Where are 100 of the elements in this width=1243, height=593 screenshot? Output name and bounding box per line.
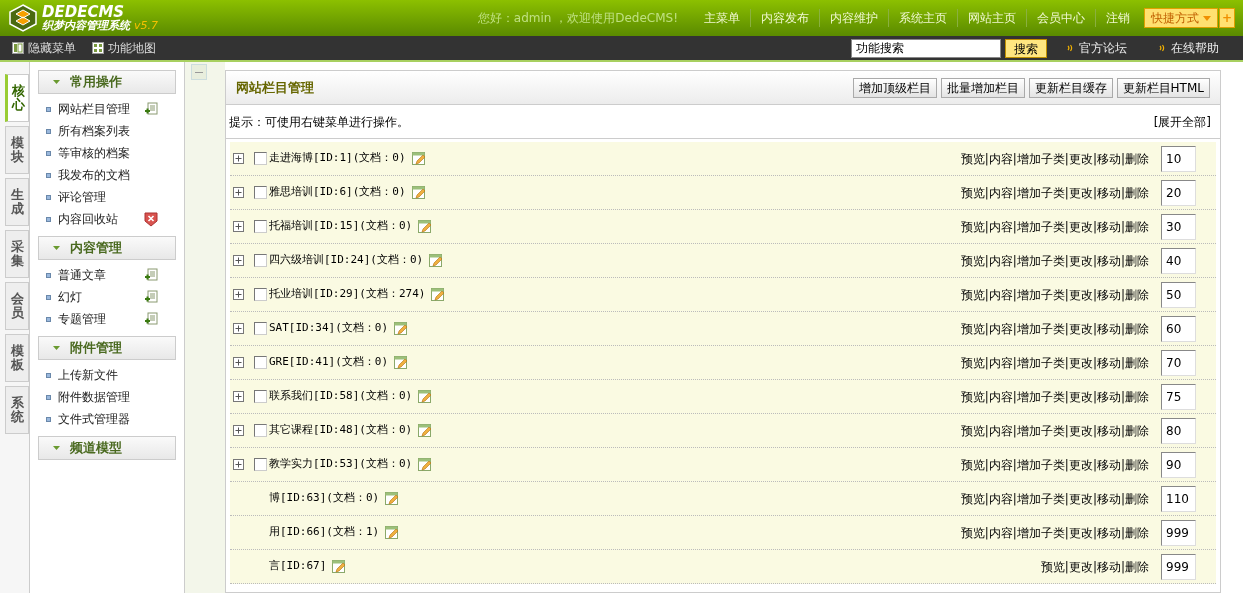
- sort-order-field[interactable]: 40: [1161, 247, 1196, 274]
- category-name[interactable]: 托业培训[ID:29](文档：274): [269, 286, 426, 303]
- category-name[interactable]: 雅思培训[ID:6](文档：0): [269, 184, 406, 201]
- edit-icon[interactable]: [418, 219, 433, 234]
- edit-icon[interactable]: [411, 185, 426, 200]
- panel-button[interactable]: 增加顶级栏目: [852, 77, 937, 98]
- add-document-icon[interactable]: [144, 268, 158, 282]
- header-link[interactable]: 在线帮助: [1171, 39, 1219, 57]
- checkbox[interactable]: [254, 220, 267, 233]
- panel-button[interactable]: 更新栏目缓存: [1028, 77, 1113, 98]
- expand-icon[interactable]: [233, 221, 244, 232]
- menu-item[interactable]: 文件式管理器: [58, 410, 144, 428]
- category-name[interactable]: 教学实力[ID:53](文档：0): [269, 456, 413, 473]
- menu-item[interactable]: 专题管理: [58, 310, 144, 328]
- row-actions[interactable]: 预览|内容|增加子类|更改|移动|删除: [960, 489, 1149, 508]
- category-name[interactable]: GRE[ID:41](文档：0): [269, 354, 389, 371]
- toolbar-item[interactable]: 隐藏菜单: [28, 39, 76, 57]
- row-actions[interactable]: 预览|内容|增加子类|更改|移动|删除: [960, 387, 1149, 406]
- menu-item[interactable]: 附件数据管理: [58, 388, 144, 406]
- menu-item[interactable]: 内容回收站: [58, 210, 144, 228]
- expand-icon[interactable]: [233, 255, 244, 266]
- edit-icon[interactable]: [332, 559, 347, 574]
- side-tab[interactable]: 模板: [5, 334, 29, 382]
- edit-icon[interactable]: [418, 389, 433, 404]
- category-name[interactable]: SAT[ID:34](文档：0): [269, 320, 389, 337]
- toolbar-item[interactable]: 功能地图: [108, 39, 156, 57]
- expand-icon[interactable]: [233, 425, 244, 436]
- sort-order-field[interactable]: 30: [1161, 213, 1196, 240]
- edit-icon[interactable]: [431, 287, 446, 302]
- expand-icon[interactable]: [233, 289, 244, 300]
- menu-item[interactable]: 普通文章: [58, 266, 144, 284]
- expand-icon[interactable]: [233, 323, 244, 334]
- category-name[interactable]: 联系我们[ID:58](文档：0): [269, 388, 413, 405]
- checkbox[interactable]: [254, 186, 267, 199]
- row-actions[interactable]: 预览|内容|增加子类|更改|移动|删除: [960, 523, 1149, 542]
- sort-order-field[interactable]: 75: [1161, 383, 1196, 410]
- expand-icon[interactable]: [233, 153, 244, 164]
- side-tab[interactable]: 会员: [5, 282, 29, 330]
- edit-icon[interactable]: [385, 491, 400, 506]
- row-actions[interactable]: 预览|内容|增加子类|更改|移动|删除: [960, 285, 1149, 304]
- category-name[interactable]: 四六级培训[ID:24](文档：0): [269, 252, 424, 269]
- category-name[interactable]: 其它课程[ID:48](文档：0): [269, 422, 413, 439]
- category-name[interactable]: 博[ID:63](文档：0): [269, 490, 380, 507]
- sort-order-field[interactable]: 60: [1161, 315, 1196, 342]
- edit-icon[interactable]: [418, 457, 433, 472]
- delete-icon[interactable]: [144, 211, 158, 227]
- edit-icon[interactable]: [385, 525, 400, 540]
- menu-section-header[interactable]: 附件管理: [38, 336, 176, 360]
- category-name[interactable]: 用[ID:66](文档：1): [269, 524, 380, 541]
- checkbox[interactable]: [254, 288, 267, 301]
- row-actions[interactable]: 预览|更改|移动|删除: [1040, 557, 1149, 576]
- menu-item[interactable]: 上传新文件: [58, 366, 144, 384]
- collapse-button[interactable]: [191, 64, 207, 80]
- menu-section-header[interactable]: 内容管理: [38, 236, 176, 260]
- side-tab[interactable]: 系统: [5, 386, 29, 434]
- category-name[interactable]: 托福培训[ID:15](文档：0): [269, 218, 413, 235]
- search-button[interactable]: 搜索: [1005, 38, 1047, 58]
- header-link[interactable]: 官方论坛: [1079, 39, 1127, 57]
- side-tab[interactable]: 生成: [5, 178, 29, 226]
- menu-item[interactable]: 等审核的档案: [58, 144, 144, 162]
- menu-item[interactable]: 评论管理: [58, 188, 144, 206]
- edit-icon[interactable]: [429, 253, 444, 268]
- add-document-icon[interactable]: [144, 290, 158, 304]
- row-actions[interactable]: 预览|内容|增加子类|更改|移动|删除: [960, 149, 1149, 168]
- row-actions[interactable]: 预览|内容|增加子类|更改|移动|删除: [960, 217, 1149, 236]
- menu-item[interactable]: 幻灯: [58, 288, 144, 306]
- edit-icon[interactable]: [418, 423, 433, 438]
- expand-icon[interactable]: [233, 187, 244, 198]
- sort-order-field[interactable]: 20: [1161, 179, 1196, 206]
- checkbox[interactable]: [254, 424, 267, 437]
- panel-button[interactable]: 更新栏目HTML: [1116, 77, 1210, 98]
- row-actions[interactable]: 预览|内容|增加子类|更改|移动|删除: [960, 251, 1149, 270]
- sort-order-field[interactable]: 70: [1161, 349, 1196, 376]
- checkbox[interactable]: [254, 254, 267, 267]
- side-tab[interactable]: 模块: [5, 126, 29, 174]
- row-actions[interactable]: 预览|内容|增加子类|更改|移动|删除: [960, 353, 1149, 372]
- category-name[interactable]: 言[ID:67]: [269, 558, 327, 575]
- row-actions[interactable]: 预览|内容|增加子类|更改|移动|删除: [960, 183, 1149, 202]
- category-name[interactable]: 走进海博[ID:1](文档：0): [269, 150, 406, 167]
- expand-icon[interactable]: [233, 357, 244, 368]
- sort-order-field[interactable]: 90: [1161, 451, 1196, 478]
- side-tab[interactable]: 核心: [5, 74, 29, 122]
- menu-item[interactable]: 所有档案列表: [58, 122, 144, 140]
- sort-order-field[interactable]: 10: [1161, 145, 1196, 172]
- row-actions[interactable]: 预览|内容|增加子类|更改|移动|删除: [960, 319, 1149, 338]
- search-field[interactable]: 功能搜索: [851, 38, 1001, 58]
- expand-all-link[interactable]: [展开全部]: [1153, 112, 1211, 131]
- sort-order-field[interactable]: 999: [1161, 519, 1196, 546]
- panel-button[interactable]: 批量增加栏目: [940, 77, 1025, 98]
- checkbox[interactable]: [254, 390, 267, 403]
- expand-icon[interactable]: [233, 459, 244, 470]
- sort-order-field[interactable]: 999: [1161, 553, 1196, 580]
- expand-icon[interactable]: [233, 391, 244, 402]
- sort-order-field[interactable]: 50: [1161, 281, 1196, 308]
- menu-item[interactable]: 网站栏目管理: [58, 100, 144, 118]
- menu-section-header[interactable]: 常用操作: [38, 70, 176, 94]
- menu-section-header[interactable]: 频道模型: [38, 436, 176, 460]
- side-tab[interactable]: 采集: [5, 230, 29, 278]
- menu-item[interactable]: 我发布的文档: [58, 166, 144, 184]
- edit-icon[interactable]: [411, 151, 426, 166]
